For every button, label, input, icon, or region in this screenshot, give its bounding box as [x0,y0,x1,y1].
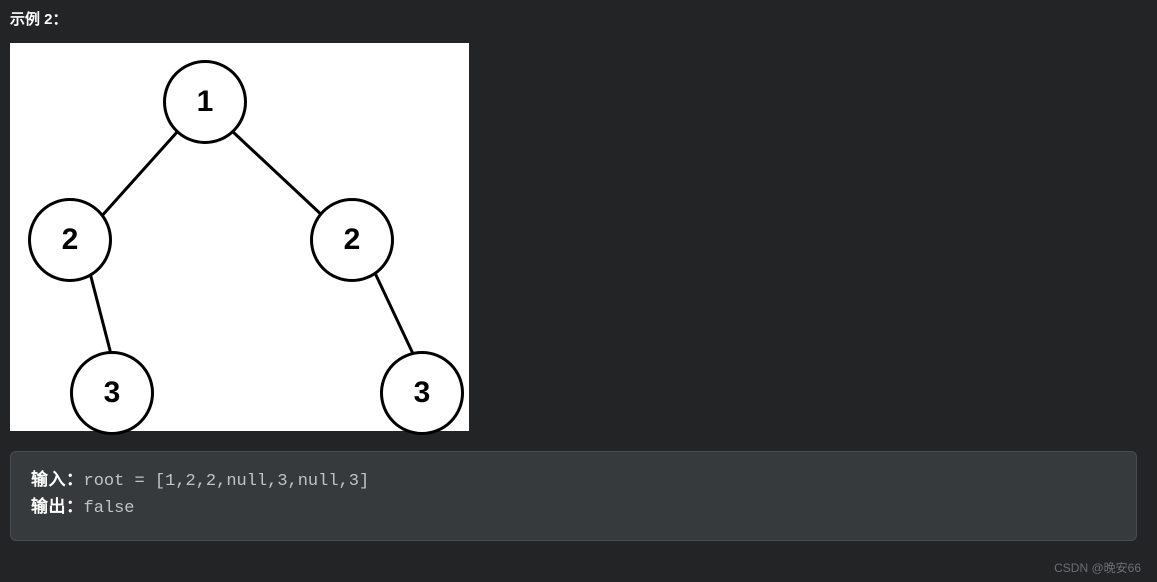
io-code-block: 输入：root = [1,2,2,null,3,null,3] 输出：false [10,451,1137,541]
tree-node-left: 2 [28,198,112,282]
tree-node-root: 1 [163,60,247,144]
tree-diagram: 1 2 2 3 3 [10,43,469,431]
input-value: root = [1,2,2,null,3,null,3] [84,472,370,491]
output-line: 输出：false [31,495,1116,522]
input-line: 输入：root = [1,2,2,null,3,null,3] [31,468,1116,495]
output-label: 输出： [31,499,84,518]
tree-node-right-right: 3 [380,351,464,435]
example-title: 示例 2： [10,8,1147,29]
example-block: 示例 2： 1 2 2 3 3 输入：root = [1,2,2,null,3,… [0,0,1157,549]
watermark: CSDN @晚安66 [1054,559,1141,576]
input-label: 输入： [31,472,84,491]
output-value: false [84,499,135,518]
tree-node-left-right: 3 [70,351,154,435]
tree-node-right: 2 [310,198,394,282]
